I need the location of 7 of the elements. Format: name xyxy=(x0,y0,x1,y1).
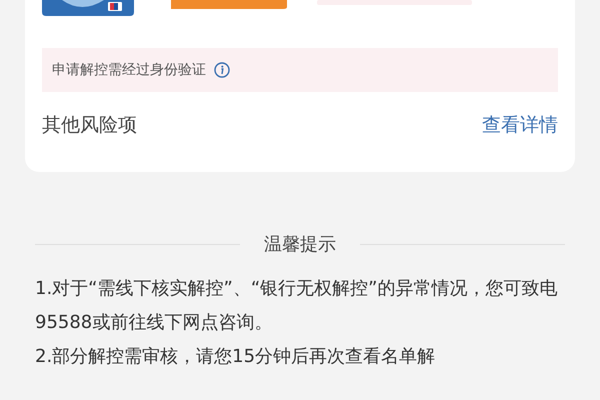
tips-title: 温馨提示 xyxy=(264,233,336,256)
other-risks-label: 其他风险项 xyxy=(42,113,137,138)
info-icon[interactable] xyxy=(214,62,230,78)
tip-text: 2.部分解控需审核，请您15分钟后再次查看名单解 xyxy=(34,345,436,369)
tip-text: 1.对于“需线下核实解控”、“银行无权解控”的异常情况，您可致电95588或前往线下网点咨询。 xyxy=(34,277,558,335)
notice-text: 申请解控需经过身份验证 xyxy=(52,61,206,79)
view-details-link[interactable]: 查看详情 xyxy=(482,112,558,138)
